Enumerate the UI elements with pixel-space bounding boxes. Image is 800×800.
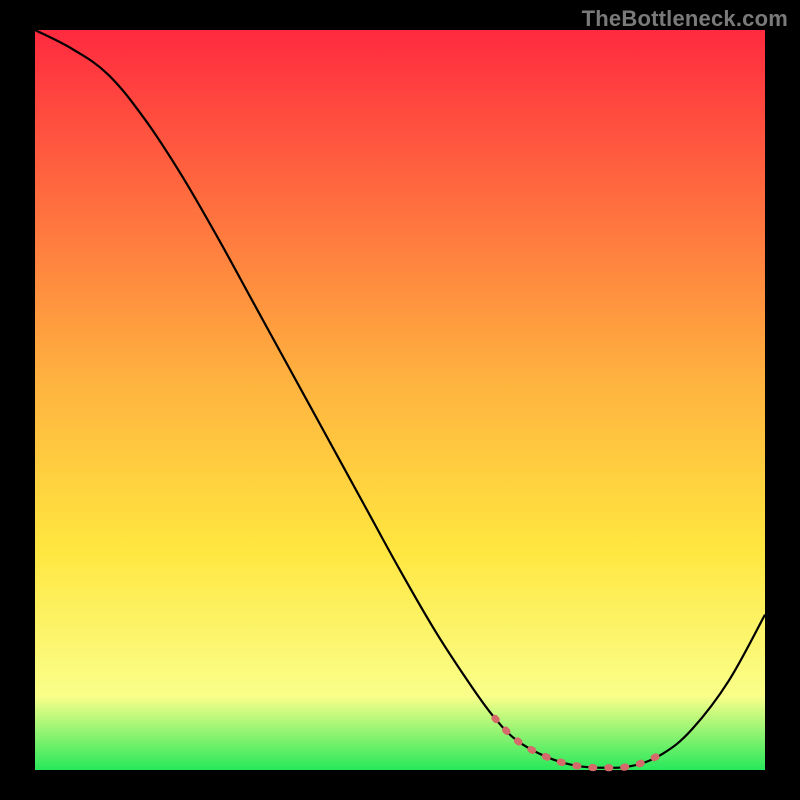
watermark-text: TheBottleneck.com	[582, 6, 788, 32]
chart-container: { "watermark": { "text": "TheBottleneck.…	[0, 0, 800, 800]
plot-background	[35, 30, 765, 770]
bottleneck-chart	[0, 0, 800, 800]
